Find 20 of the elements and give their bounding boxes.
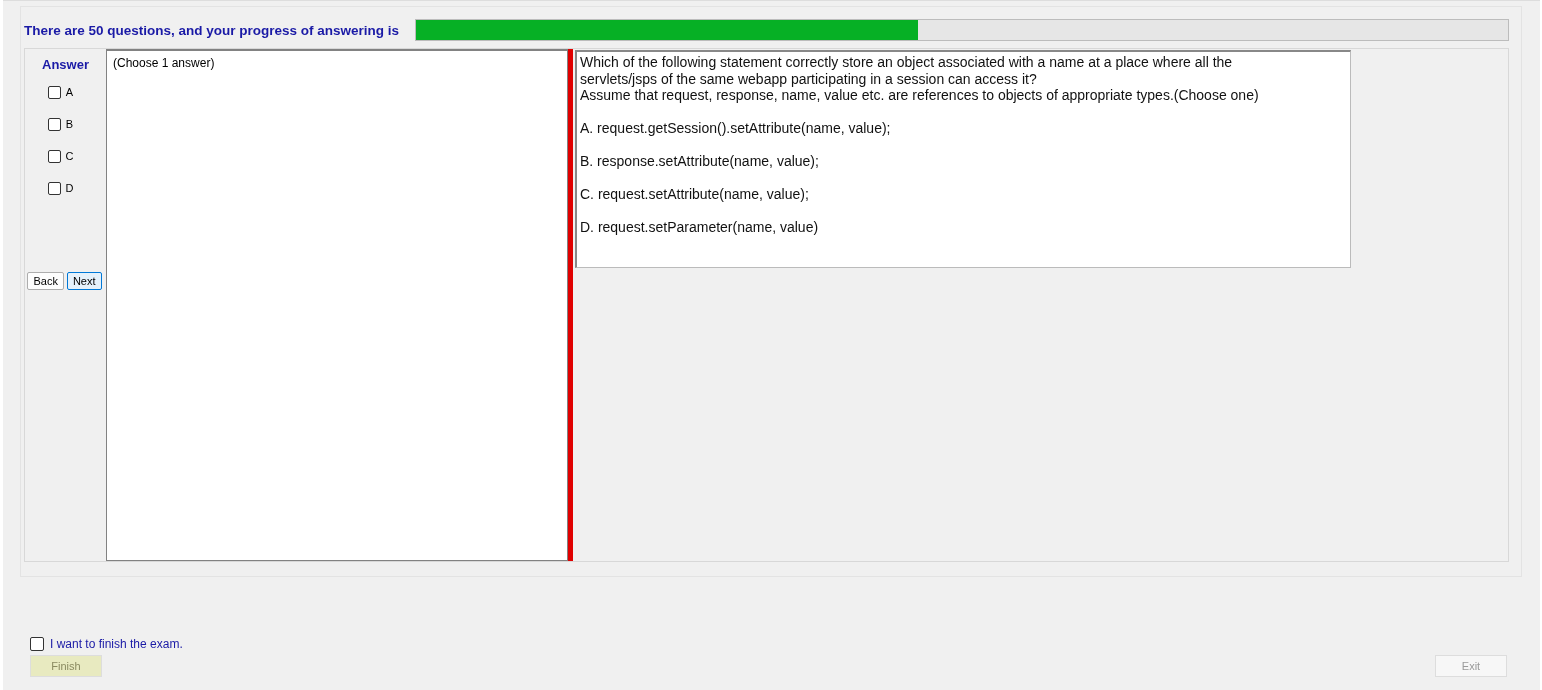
answer-checkbox[interactable] bbox=[47, 85, 61, 99]
answer-checkbox[interactable] bbox=[47, 149, 61, 163]
instruction-text: (Choose 1 answer) bbox=[112, 55, 216, 72]
nav-button[interactable]: Next bbox=[66, 272, 102, 290]
option-label: D bbox=[65, 182, 74, 194]
nav-button[interactable]: Back bbox=[27, 272, 64, 290]
finish-checkbox[interactable] bbox=[30, 637, 44, 651]
finish-label: I want to finish the exam. bbox=[50, 637, 183, 651]
option-label: B bbox=[65, 118, 74, 130]
answer-checkbox[interactable] bbox=[47, 181, 61, 195]
choice-text: D. request.setParameter(name, value) bbox=[580, 218, 820, 236]
answer-checkbox[interactable] bbox=[47, 117, 61, 131]
option-label: A bbox=[65, 86, 74, 98]
choice-text: C. request.setAttribute(name, value); bbox=[580, 185, 810, 203]
progress-caption: There are 50 questions, and your progress of answering is bbox=[24, 22, 400, 38]
choice-text: A. request.getSession().setAttribute(name, value); bbox=[580, 119, 892, 137]
question-text: Which of the following statement correctly store an object associated with a name at a place where all the servlets/jsps of the same webapp participating in a session can access it? Assume that request, response, name, value etc. are references to objects of appropriate types.(Choose one) bbox=[580, 54, 1260, 104]
answer-heading: Answer bbox=[42, 57, 89, 72]
choice-text: B. response.setAttribute(name, value); bbox=[580, 152, 820, 170]
option-label: C bbox=[65, 150, 74, 162]
